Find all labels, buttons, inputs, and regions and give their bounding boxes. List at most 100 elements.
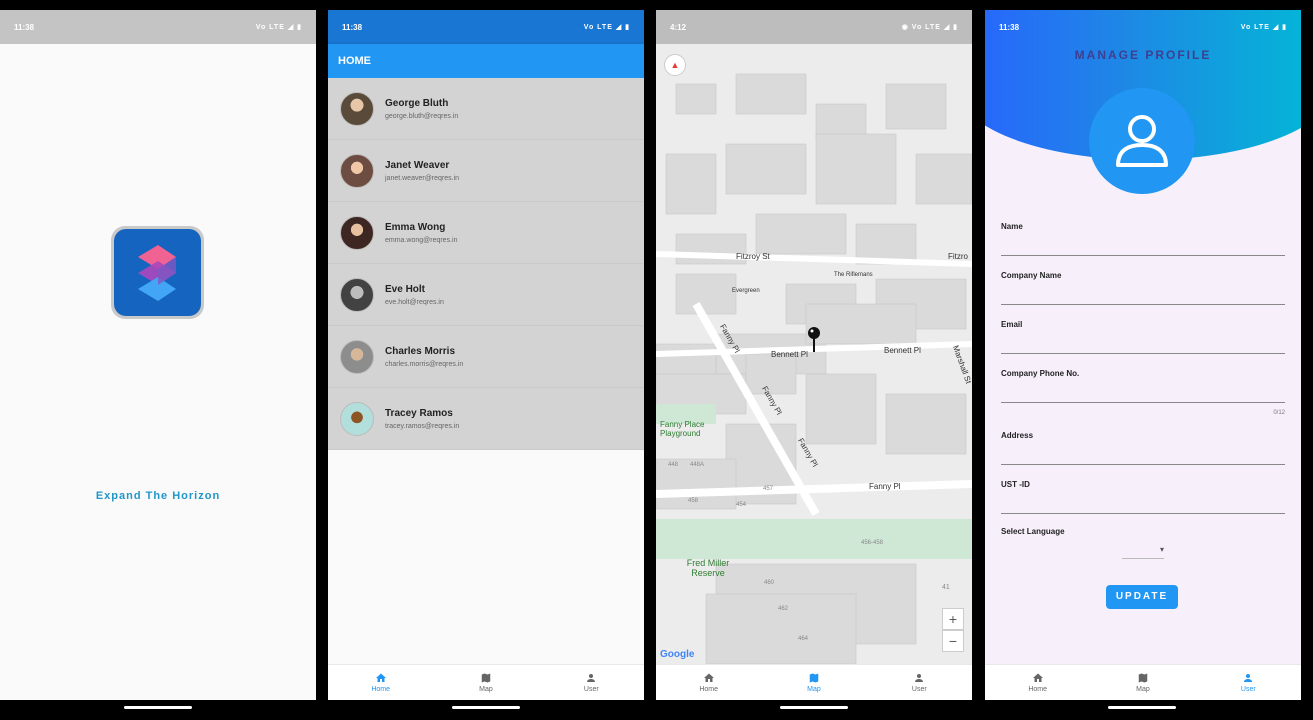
person-icon	[915, 674, 924, 682]
avatar	[340, 91, 374, 126]
user-name: Tracey Ramos	[385, 407, 453, 419]
nav-home[interactable]: Home	[656, 665, 761, 700]
status-bar: 11:38 Vo LTE ◢ ▮	[985, 10, 1301, 44]
bottom-nav: Home Map User	[985, 664, 1301, 700]
company-phone-field[interactable]: Company Phone No.	[1001, 367, 1285, 403]
list-item[interactable]: Eve Holt eve.holt@reqres.in	[328, 264, 644, 326]
user-name: Emma Wong	[385, 221, 446, 233]
nav-map[interactable]: Map	[761, 665, 866, 700]
nav-map-label: Map	[807, 686, 821, 693]
user-email: emma.wong@reqres.in	[385, 236, 458, 244]
user-name: George Bluth	[385, 97, 449, 109]
email-field[interactable]: Email	[1001, 318, 1285, 354]
bottom-nav: Home Map User	[656, 664, 972, 700]
company-name-field[interactable]: Company Name	[1001, 269, 1285, 305]
map-label: Evergreen	[732, 288, 760, 294]
language-dropdown[interactable]: ▾	[1122, 545, 1164, 559]
nav-map[interactable]: Map	[433, 665, 538, 700]
map-label: 457	[763, 486, 774, 492]
zoom-out-button[interactable]: −	[942, 630, 964, 652]
update-button[interactable]: UPDATE	[1106, 585, 1178, 609]
map-label: 460	[764, 580, 775, 586]
nav-user-label: User	[1240, 686, 1256, 693]
status-signal: Vo LTE ◢ ▮	[1240, 24, 1287, 31]
map-label: 464	[798, 636, 809, 642]
status-time: 11:38	[999, 22, 1020, 32]
nav-home-label: Home	[371, 686, 390, 693]
map-icon	[481, 673, 491, 683]
nav-home[interactable]: Home	[328, 665, 433, 700]
company-name-label: Company Name	[1001, 271, 1062, 280]
list-item[interactable]: Charles Morris charles.morris@reqres.in	[328, 326, 644, 388]
nav-map[interactable]: Map	[1090, 665, 1195, 700]
compass-icon[interactable]: ▲	[664, 54, 686, 76]
gesture-bar[interactable]	[1108, 706, 1176, 709]
app-logo-icon	[111, 226, 204, 319]
gesture-bar[interactable]	[780, 706, 848, 709]
map-label: Fitzroy St	[736, 252, 770, 261]
nav-user-label: User	[911, 686, 927, 693]
app-bar-title: HOME	[328, 44, 644, 78]
user-email: eve.holt@reqres.in	[385, 298, 444, 306]
splash-tagline: Expand The Horizon	[95, 490, 221, 502]
map-label: 448A	[690, 462, 705, 468]
nav-home-label: Home	[699, 686, 718, 693]
user-name: Janet Weaver	[385, 159, 450, 171]
map-label: 458	[688, 498, 699, 504]
zoom-in-button[interactable]: +	[942, 608, 964, 630]
map-icon	[1138, 673, 1148, 683]
ust-id-field[interactable]: UST -ID	[1001, 478, 1285, 514]
google-logo: Google	[660, 649, 695, 660]
page-title: MANAGE PROFILE	[1074, 48, 1212, 62]
avatar	[340, 215, 374, 250]
map-label: 462	[778, 606, 789, 612]
avatar	[340, 277, 374, 312]
status-bar: 11:38 Vo LTE ◢ ▮	[0, 10, 316, 44]
nav-home[interactable]: Home	[985, 665, 1090, 700]
nav-user[interactable]: User	[867, 665, 972, 700]
nav-map-label: Map	[1136, 686, 1150, 693]
map-view[interactable]: Fitzroy St Fitzro The Riflemans Evergree…	[656, 44, 972, 664]
avatar	[340, 153, 374, 188]
gesture-bar[interactable]	[124, 706, 192, 709]
map-label: Fitzro	[948, 252, 968, 261]
phone-char-counter: 0/12	[1273, 410, 1285, 416]
person-icon	[587, 674, 596, 682]
map-label: Bennett Pl	[771, 350, 808, 359]
gesture-bar[interactable]	[452, 706, 520, 709]
user-list: George Bluth george.bluth@reqres.in Jane…	[328, 78, 644, 450]
status-bar: 4:12 ◉ Vo LTE ◢ ▮	[656, 10, 972, 44]
home-icon	[375, 673, 386, 682]
map-label: 41	[942, 584, 950, 591]
user-email: tracey.ramos@reqres.in	[385, 422, 460, 430]
profile-avatar[interactable]	[1089, 88, 1195, 194]
location-pin-icon[interactable]	[806, 326, 822, 354]
name-label: Name	[1001, 222, 1023, 231]
list-item[interactable]: Emma Wong emma.wong@reqres.in	[328, 202, 644, 264]
user-email: charles.morris@reqres.in	[385, 360, 464, 368]
bottom-nav: Home Map User	[328, 664, 644, 700]
map-label: Fred Miller Reserve	[686, 558, 730, 578]
map-label: 448	[668, 462, 679, 468]
address-field[interactable]: Address	[1001, 429, 1285, 465]
list-item[interactable]: George Bluth george.bluth@reqres.in	[328, 78, 644, 140]
map-icon	[809, 673, 819, 683]
status-signal: Vo LTE ◢ ▮	[583, 24, 630, 31]
list-item[interactable]: Janet Weaver janet.weaver@reqres.in	[328, 140, 644, 202]
nav-user[interactable]: User	[1196, 665, 1301, 700]
map-label: 456-458	[861, 540, 884, 546]
company-phone-label: Company Phone No.	[1001, 369, 1080, 378]
user-email: janet.weaver@reqres.in	[385, 174, 460, 182]
splash-screen: 11:38 Vo LTE ◢ ▮ Expand The Horizon	[0, 10, 316, 700]
status-bar: 11:38 Vo LTE ◢ ▮	[328, 10, 644, 44]
home-icon	[1032, 673, 1043, 682]
status-time: 4:12	[670, 22, 687, 32]
name-field[interactable]: Name	[1001, 220, 1285, 256]
list-item[interactable]: Tracey Ramos tracey.ramos@reqres.in	[328, 388, 644, 450]
map-label: Bennett Pl	[884, 346, 921, 355]
home-icon	[703, 673, 714, 682]
nav-user[interactable]: User	[539, 665, 644, 700]
profile-screen: 11:38 Vo LTE ◢ ▮ MANAGE PROFILE Name Com…	[985, 10, 1301, 700]
person-outline-icon	[1116, 115, 1168, 167]
map-screen: 4:12 ◉ Vo LTE ◢ ▮ Fitzroy St Fitzro The …	[656, 10, 972, 700]
